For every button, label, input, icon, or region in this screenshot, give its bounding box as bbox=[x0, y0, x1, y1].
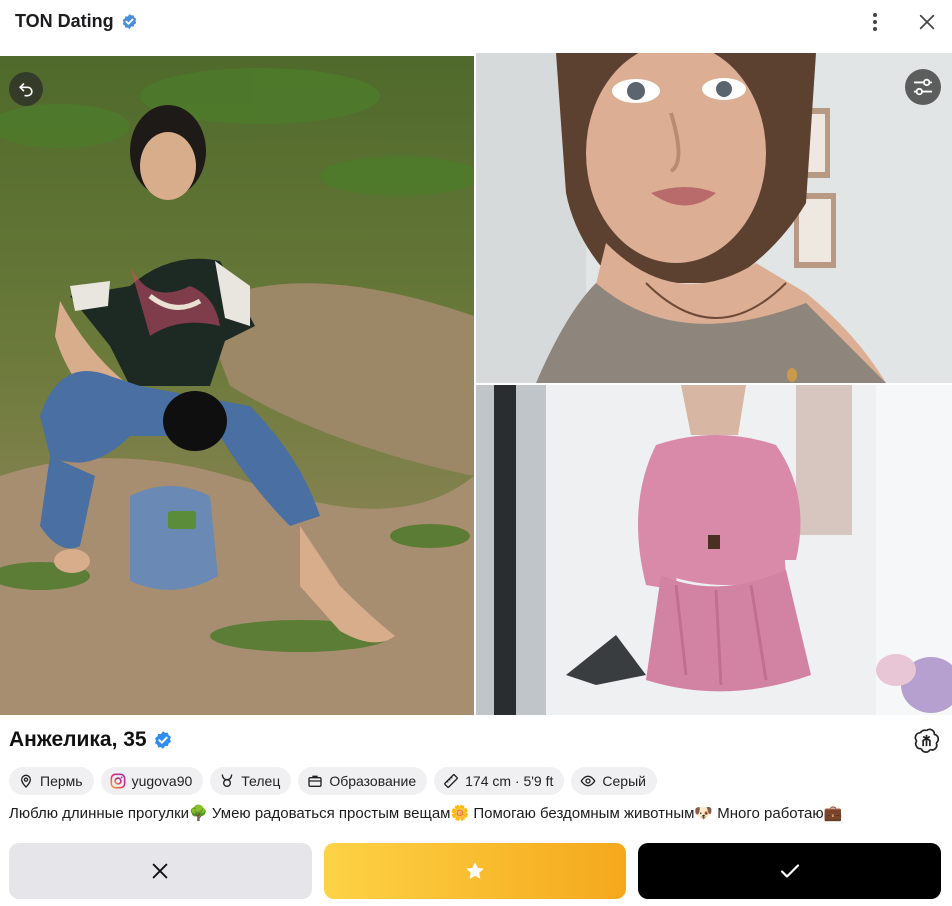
title-bar: TON Dating bbox=[0, 0, 952, 44]
app-title: TON Dating bbox=[15, 11, 138, 32]
openai-icon[interactable] bbox=[913, 727, 940, 754]
chip-height-label: 174 cm · 5'9 ft bbox=[465, 773, 554, 789]
chip-eyes[interactable]: Серый bbox=[571, 767, 657, 795]
profile-photo-main[interactable] bbox=[0, 56, 474, 715]
profile-bio: Люблю длинные прогулки🌳 Умею радоваться … bbox=[9, 805, 843, 822]
more-menu-button[interactable] bbox=[864, 11, 886, 33]
chip-education[interactable]: Образование bbox=[298, 767, 428, 795]
filter-sliders-icon bbox=[913, 78, 933, 96]
chip-instagram[interactable]: yugova90 bbox=[100, 767, 204, 795]
ruler-icon bbox=[444, 774, 458, 788]
superlike-button[interactable] bbox=[323, 843, 627, 899]
taurus-icon bbox=[221, 774, 233, 787]
action-bar bbox=[9, 843, 942, 899]
profile-photo-dress[interactable] bbox=[476, 385, 952, 715]
chip-zodiac[interactable]: Телец bbox=[210, 767, 292, 795]
dislike-button[interactable] bbox=[9, 843, 312, 899]
location-pin-icon bbox=[20, 774, 32, 788]
profile-name-age: Анжелика, 35 bbox=[9, 728, 147, 751]
close-icon bbox=[919, 14, 935, 30]
eye-icon bbox=[580, 775, 596, 787]
verified-badge-icon bbox=[153, 730, 173, 750]
star-icon bbox=[466, 862, 484, 879]
undo-icon bbox=[19, 83, 33, 97]
chip-zodiac-label: Телец bbox=[241, 773, 281, 789]
briefcase-icon bbox=[308, 775, 323, 787]
chip-city[interactable]: Пермь bbox=[9, 767, 94, 795]
x-icon bbox=[152, 863, 168, 879]
instagram-icon bbox=[110, 773, 126, 789]
undo-button[interactable] bbox=[9, 72, 43, 106]
profile-photo-selfie[interactable] bbox=[476, 53, 952, 383]
profile-name-row: Анжелика, 35 bbox=[9, 728, 173, 752]
chip-education-label: Образование bbox=[329, 773, 417, 789]
chip-eyes-label: Серый bbox=[602, 773, 646, 789]
verified-badge-icon bbox=[121, 13, 138, 30]
filters-button[interactable] bbox=[905, 69, 941, 105]
kebab-menu-icon bbox=[873, 13, 877, 31]
profile-chips: Пермь yugova90 Телец Образование 174 cm … bbox=[9, 767, 657, 795]
chip-height[interactable]: 174 cm · 5'9 ft bbox=[434, 767, 565, 795]
close-button[interactable] bbox=[916, 11, 938, 33]
chip-city-label: Пермь bbox=[40, 773, 83, 789]
check-icon bbox=[780, 864, 799, 878]
photo-gallery bbox=[0, 53, 952, 715]
like-button[interactable] bbox=[638, 843, 942, 899]
app-title-text: TON Dating bbox=[15, 11, 114, 31]
chip-instagram-label: yugova90 bbox=[131, 773, 193, 789]
